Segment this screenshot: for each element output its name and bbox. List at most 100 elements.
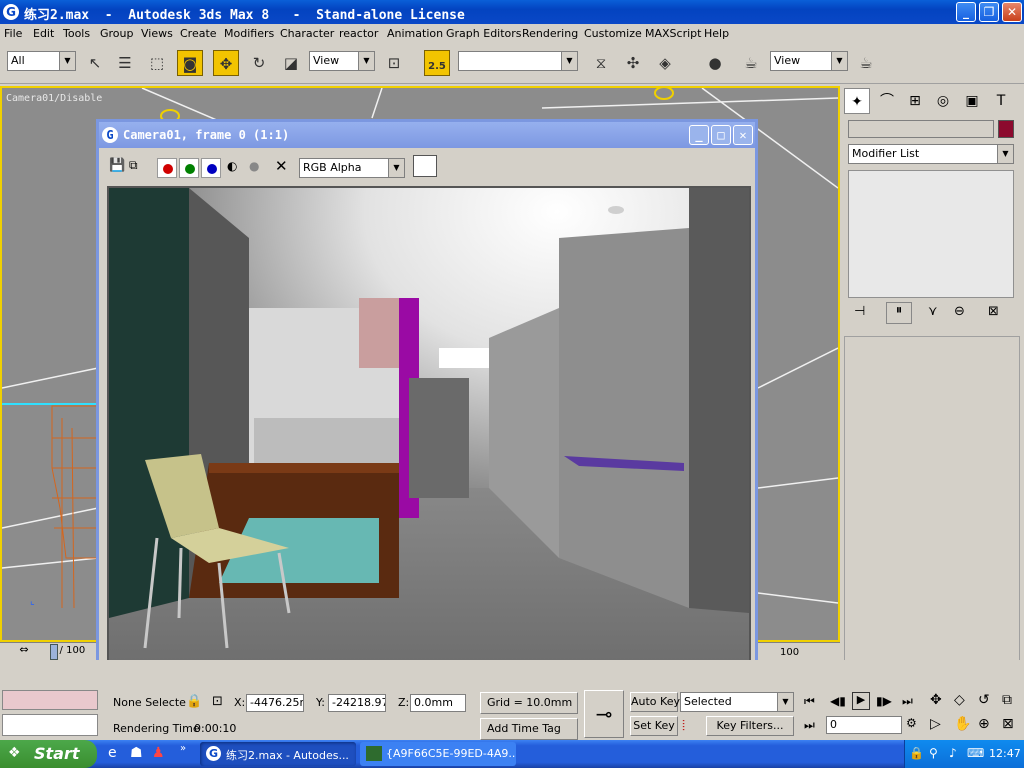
key-mode-dropdown[interactable]: Selected ▼ [680,692,794,712]
default-tangents-icon[interactable]: ⦙ [682,718,685,734]
y-coordinate-field[interactable]: -24218.975 [328,694,386,712]
menu-tools[interactable]: Tools [63,27,90,40]
go-to-end-icon[interactable]: ⏭ [902,694,913,709]
selection-filter-dropdown[interactable]: All ▼ [7,51,76,71]
menu-character[interactable]: Character [280,27,334,40]
select-by-name-icon[interactable]: ☰ [112,50,138,76]
network-tray-icon[interactable]: ⚲ [929,746,938,760]
maxscript-input-mini[interactable] [2,714,98,736]
render-maximize-button[interactable]: □ [711,125,731,145]
rect-selection-icon[interactable]: ⬚ [144,50,170,76]
lock-selection-icon[interactable]: 🔒 [186,694,202,709]
select-scale-icon[interactable]: ◪ [278,50,304,76]
key-filters-button[interactable]: Key Filters... [706,716,794,736]
mirror-icon[interactable]: ⧖ [588,50,614,76]
menu-reactor[interactable]: reactor [339,27,378,40]
clone-window-icon[interactable]: ⧉ [129,158,138,173]
auto-key-button[interactable]: Auto Key [630,692,680,712]
start-button[interactable]: ❖ Start [0,740,97,768]
3dsmax-app-icon[interactable]: G [3,4,19,20]
menu-modifiers[interactable]: Modifiers [224,27,274,40]
modifier-stack[interactable] [848,170,1014,298]
menu-views[interactable]: Views [141,27,173,40]
menu-file[interactable]: File [4,27,22,40]
pixel-color-swatch[interactable] [413,155,437,177]
render-frame-window[interactable]: G Camera01, frame 0 (1:1) _ □ ✕ 💾 ⧉ ◐ ● … [96,119,758,679]
menu-customize[interactable]: Customize [584,27,642,40]
field-of-view-icon[interactable]: ◇ [954,692,965,708]
display-tab-icon[interactable]: ▣ [959,88,985,114]
menu-create[interactable]: Create [180,27,217,40]
object-name-field[interactable] [848,120,994,138]
clear-icon[interactable]: ✕ [275,157,288,175]
modify-tab-icon[interactable]: ⌒ [874,88,900,114]
orbit-icon[interactable]: ↺ [978,692,990,708]
qq-icon[interactable]: ♟ [152,745,165,761]
snap-toggle-icon[interactable]: 2.5 [424,50,450,76]
restore-button[interactable]: ❐ [979,2,999,22]
named-selection-dropdown[interactable]: ▼ [458,51,578,71]
reference-coordinate-dropdown[interactable]: View ▼ [309,51,375,71]
remove-modifier-icon[interactable]: ⊖ [954,304,965,319]
add-time-tag-button[interactable]: Add Time Tag [480,718,578,740]
hierarchy-tab-icon[interactable]: ⊞ [902,88,928,114]
align-icon[interactable]: ✣ [620,50,646,76]
task-render-output[interactable]: {A9F66C5E-99ED-4A9... [360,742,516,766]
roll-icon[interactable]: ⊕ [978,716,990,732]
next-frame-icon[interactable]: ▮▶ [876,694,892,708]
create-tab-icon[interactable]: ✦ [844,88,870,114]
blue-channel-toggle[interactable] [201,158,221,178]
select-rotate-icon[interactable]: ↻ [246,50,272,76]
material-editor-icon[interactable]: ● [702,50,728,76]
pivot-center-icon[interactable]: ⊡ [381,50,407,76]
render-window-titlebar[interactable]: G Camera01, frame 0 (1:1) _ □ ✕ [99,122,755,148]
absolute-mode-icon[interactable]: ⊡ [212,694,223,709]
window-crossing-icon[interactable]: ◙ [177,50,203,76]
close-button[interactable]: ✕ [1002,2,1022,22]
pan-icon[interactable]: ✥ [930,692,942,708]
minimize-button[interactable]: _ [956,2,976,22]
motion-tab-icon[interactable]: ◎ [930,88,956,114]
time-slider-thumb[interactable] [50,644,58,660]
go-to-start-icon[interactable]: ⏮ [804,694,815,709]
show-end-result-icon[interactable]: ⏸ [886,302,912,324]
pin-stack-icon[interactable]: ⊣ [854,304,865,319]
modifier-list-dropdown[interactable]: Modifier List ▼ [848,144,1014,164]
quick-render-icon[interactable]: ☕ [853,50,879,76]
menu-group[interactable]: Group [100,27,134,40]
hand-pan-icon[interactable]: ✋ [954,716,971,732]
maximize-viewport-icon[interactable]: ⧉ [1002,692,1012,708]
save-bitmap-icon[interactable]: 💾 [109,158,125,173]
object-color-swatch[interactable] [998,120,1014,138]
previous-frame-icon[interactable]: ◀▮ [830,694,846,708]
set-key-icon[interactable]: ⊸ [584,690,624,738]
mini-curve-editor-icon[interactable]: ⇔ [14,643,34,661]
set-key-button[interactable]: Set Key [630,716,678,736]
red-channel-toggle[interactable] [157,158,177,178]
render-close-button[interactable]: ✕ [733,125,753,145]
z-coordinate-field[interactable]: 0.0mm [410,694,466,712]
time-configuration-icon[interactable]: ⚙ [906,716,917,730]
menu-edit[interactable]: Edit [33,27,54,40]
alpha-channel-icon[interactable]: ◐ [227,159,237,173]
x-coordinate-field[interactable]: -4476.25mi [246,694,304,712]
task-3dsmax[interactable]: G 练习2.max - Autodes... [200,742,356,766]
min-max-toggle-icon[interactable]: ⊠ [1002,716,1014,732]
make-unique-icon[interactable]: ⋎ [928,304,938,319]
key-mode-toggle-icon[interactable]: ⏭ [804,718,815,733]
select-move-icon[interactable]: ✥ [213,50,239,76]
render-minimize-button[interactable]: _ [689,125,709,145]
channel-display-dropdown[interactable]: RGB Alpha ▼ [299,158,405,178]
play-icon[interactable]: ▶ [852,692,870,710]
select-object-icon[interactable]: ↖ [82,50,108,76]
volume-tray-icon[interactable]: ♪ [949,746,957,760]
menu-maxscript[interactable]: MAXScript [645,27,701,40]
render-viewport-dropdown[interactable]: View ▼ [770,51,848,71]
internet-explorer-icon[interactable]: e [108,745,117,761]
current-frame-field[interactable]: 0 [826,716,902,734]
utilities-tab-icon[interactable]: T [988,88,1014,114]
menu-rendering[interactable]: Rendering [522,27,578,40]
menu-animation[interactable]: Animation [387,27,443,40]
menu-help[interactable]: Help [704,27,729,40]
green-channel-toggle[interactable] [179,158,199,178]
